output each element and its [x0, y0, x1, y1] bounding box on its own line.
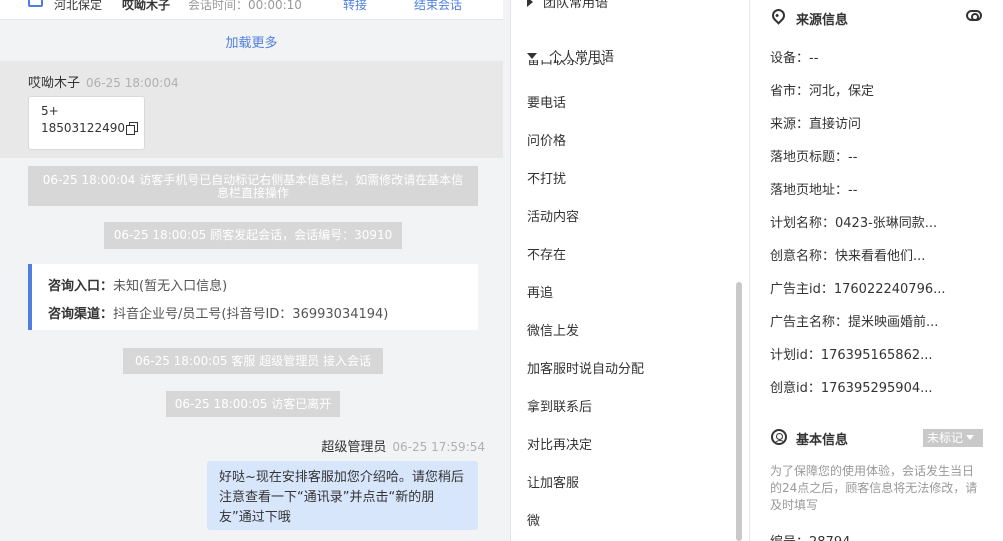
- info-field: 落地页地址：--: [770, 183, 858, 198]
- phrase-item[interactable]: 加客服时说自动分配: [527, 358, 644, 377]
- consult-channel-label: 咨询渠道：: [48, 307, 114, 322]
- info-field: 创意id：176395295904...: [770, 381, 933, 396]
- phrase-item[interactable]: 活动内容: [527, 206, 579, 225]
- message-time: 06-25 18:00:04: [86, 76, 179, 90]
- system-notice: 06-25 18:00:04 访客手机号已自动标记右侧基本信息栏，如需修改请在基…: [28, 166, 478, 206]
- message-sender: 哎呦木子 06-25 18:00:04: [28, 72, 179, 91]
- customer-info-panel: 来源信息 设备：-- 省市：河北，保定 来源：直接访问 落地页标题：-- 落地页…: [750, 0, 1003, 541]
- caret-down-icon: [527, 53, 537, 59]
- end-session-button[interactable]: 结束会话: [414, 0, 462, 13]
- eye-icon[interactable]: [966, 10, 982, 21]
- chat-panel: 河北保定 哎呦木子 会话时间：00:00:10 转接 结束会话 加载更多 哎呦木…: [0, 0, 510, 541]
- info-field: 广告主名称：提米映画婚前...: [770, 315, 939, 330]
- copy-icon[interactable]: [125, 122, 138, 135]
- info-field: 来源：直接访问: [770, 117, 862, 132]
- end-session-label: 结束会话: [414, 0, 463, 12]
- visitor-message: 哎呦木子 06-25 18:00:04 5+ 18503122490: [0, 61, 503, 158]
- phrase-item[interactable]: 问价格: [527, 130, 566, 149]
- phrase-item[interactable]: 让加客服: [527, 472, 579, 491]
- user-icon: [771, 429, 787, 445]
- quick-phrases-panel: 团队常用语 个人常用语 留口联系方式 要电话 问价格 不打扰 活动内容 不存在 …: [511, 0, 748, 541]
- consult-channel-row: 咨询渠道：抖音企业号/员工号(抖音号ID：36993034194): [48, 303, 388, 322]
- consult-entry-row: 咨询入口：未知(暂无入口信息): [48, 275, 227, 294]
- transfer-button[interactable]: 转接: [343, 0, 367, 13]
- team-phrases-group[interactable]: 团队常用语: [527, 0, 608, 11]
- basic-info-title: 基本信息: [796, 433, 849, 448]
- phone-number: 18503122490: [41, 121, 125, 135]
- consult-entry-label: 咨询入口：: [48, 279, 114, 294]
- phrase-item[interactable]: 对比再决定: [527, 434, 592, 453]
- info-field: 广告主id：176022240796...: [770, 282, 946, 297]
- phrase-item[interactable]: 微: [527, 510, 540, 529]
- system-notice: 06-25 18:00:05 访客已离开: [166, 391, 340, 417]
- edit-hint: 为了保障您的使用体验，会话发生当日的24点之后，顾客信息将无法修改，请及时填写: [770, 464, 978, 512]
- source-info-title: 来源信息: [796, 13, 849, 28]
- message-card: 5+ 18503122490: [28, 96, 145, 150]
- system-notice: 06-25 18:00:05 客服 超级管理员 接入会话: [123, 348, 383, 374]
- info-field: 省市：河北，保定: [770, 84, 875, 99]
- group-label: 团队常用语: [543, 0, 609, 11]
- info-field: 计划id：176395165862...: [770, 348, 933, 363]
- caret-down-icon: [966, 435, 975, 440]
- info-field: 创意名称：快来看看他们...: [770, 249, 926, 264]
- visitor-location: 河北保定: [54, 0, 103, 12]
- phrase-item[interactable]: 微信上发: [527, 320, 579, 339]
- load-more-link[interactable]: 加载更多: [0, 32, 503, 51]
- chat-header: 河北保定 哎呦木子 会话时间：00:00:10 转接 结束会话: [0, 0, 503, 20]
- message-line-1: 5+: [41, 104, 59, 118]
- monitor-icon: [28, 0, 43, 7]
- info-field: 编号：28794: [770, 531, 850, 541]
- sender-name: 哎呦木子: [28, 76, 81, 91]
- message-time: 06-25 17:59:54: [392, 440, 485, 454]
- transfer-label: 转接: [343, 0, 368, 12]
- phrase-item[interactable]: 留口联系方式: [527, 60, 605, 68]
- phrase-item[interactable]: 再追: [527, 282, 553, 301]
- tag-dropdown[interactable]: 未标记: [923, 429, 983, 447]
- system-notice: 06-25 18:00:05 顾客发起会话，会话编号：30910: [104, 222, 402, 249]
- agent-message-sender: 超级管理员 06-25 17:59:54: [321, 436, 485, 455]
- phrase-item[interactable]: 要电话: [527, 92, 566, 111]
- sender-name: 超级管理员: [321, 440, 387, 455]
- visitor-name: 哎呦木子: [122, 0, 171, 12]
- caret-right-icon: [527, 0, 533, 7]
- location-pin-icon: [769, 6, 788, 25]
- consult-entry-value: 未知(暂无入口信息): [113, 279, 228, 294]
- agent-message-bubble: 好哒~现在安排客服加您介绍哈。请您稍后注意查看一下“通讯录”并点击“新的朋友”通…: [207, 461, 478, 530]
- tag-dropdown-label: 未标记: [927, 431, 964, 445]
- phrase-item[interactable]: 不存在: [527, 244, 566, 263]
- info-field: 计划名称：0423-张琳同款...: [770, 216, 938, 231]
- consult-info-card: 咨询入口：未知(暂无入口信息) 咨询渠道：抖音企业号/员工号(抖音号ID：369…: [28, 264, 478, 330]
- message-line-2: 18503122490: [41, 120, 144, 137]
- phrase-item[interactable]: 不打扰: [527, 168, 566, 187]
- consult-channel-value: 抖音企业号/员工号(抖音号ID：36993034194): [113, 307, 389, 322]
- phrase-label: 留口联系方式: [527, 60, 606, 68]
- info-field: 设备：--: [770, 51, 819, 66]
- session-duration: 会话时间：00:00:10: [188, 0, 302, 12]
- phrase-item[interactable]: 拿到联系后: [527, 396, 592, 415]
- scrollbar[interactable]: [736, 282, 742, 541]
- info-field: 落地页标题：--: [770, 150, 858, 165]
